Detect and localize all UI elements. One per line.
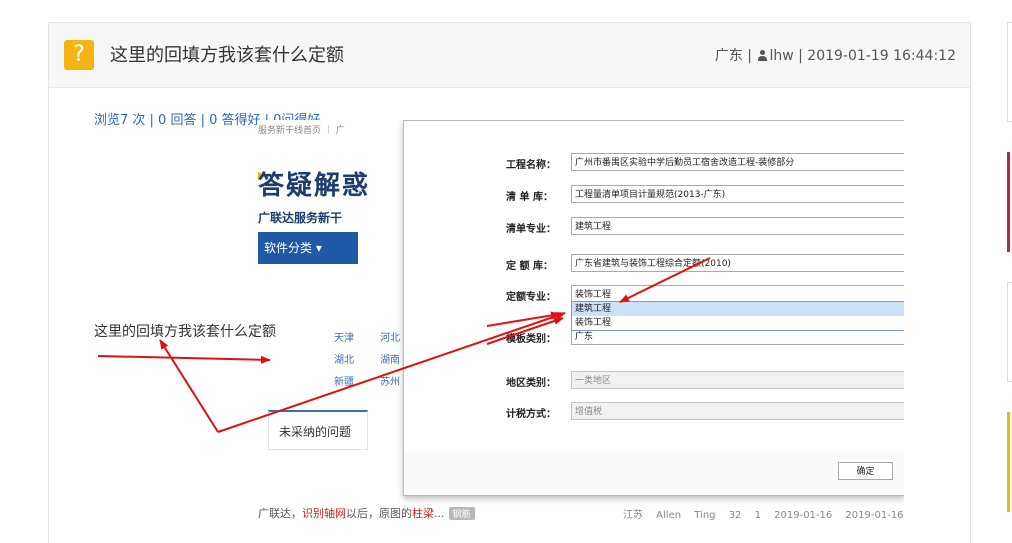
ok-button[interactable]: 确定 [838, 462, 893, 480]
dialog-field-label: 计税方式： [506, 409, 556, 420]
dialog-select-field[interactable]: 工程量清单项目计量规范(2013-广东)▾ [571, 185, 904, 203]
side-widget [1007, 282, 1012, 382]
dialog-field-value: 广东 [575, 332, 594, 342]
dropdown-option-decoration[interactable]: 装饰工程 [572, 316, 904, 330]
bg-row-text: ... [434, 507, 445, 520]
dialog-field-label: 定额专业： [506, 292, 556, 303]
dialog-select-field[interactable]: 建筑工程▾ [571, 217, 904, 235]
annotation-text: 这里的回填方我该套什么定额 [94, 324, 276, 340]
dialog-field-label: 地区类别： [506, 378, 556, 389]
dialog-field-value: 建筑工程 [575, 222, 612, 232]
attached-screenshot: 服务新干线首页 ｜ 广 答疑解惑 广联达服务新干 软件分类 ▾ 天津 河北 湖北… [258, 120, 904, 520]
question-datetime: 2019-01-19 16:44:12 [807, 48, 956, 64]
dialog-select-field[interactable]: 广东省建筑与装饰工程综合定额(2010)▾ [571, 254, 904, 272]
bg-region-item: 河北 [380, 333, 400, 344]
question-meta: 广东 | lhw | 2019-01-19 16:44:12 [715, 45, 956, 65]
dialog-field-label: 清单专业： [506, 224, 556, 235]
side-widget [1007, 22, 1012, 122]
dialog-field-label: 工程名称： [506, 160, 556, 171]
user-icon [758, 50, 768, 61]
bg-region-item: 苏州 [380, 377, 400, 388]
region-label[interactable]: 广东 [715, 48, 743, 64]
question-header: ? 这里的回填方我该套什么定额 广东 | lhw | 2019-01-19 16… [49, 23, 970, 88]
quota-specialty-dropdown-list[interactable]: 建筑工程 装饰工程 [571, 301, 904, 331]
bg-region-item: 新疆 [334, 377, 354, 388]
question-title: 这里的回填方我该套什么定额 [110, 45, 344, 66]
dialog-select-field: 增值税▾ [571, 402, 904, 420]
meta-separator: | [747, 48, 752, 64]
side-widget [1007, 152, 1012, 252]
dialog-field-label: 模板类别： [506, 334, 556, 345]
user-name[interactable]: lhw [769, 48, 793, 64]
dialog-text-field[interactable]: 广州市番禺区实验中学后勤员工宿舍改造工程-装修部分 [571, 153, 904, 171]
bg-slogan: 广联达服务新干 [258, 211, 343, 225]
dialog-field-value: 工程量清单项目计量规范(2013-广东) [575, 190, 726, 200]
bg-row-highlight: 柱梁 [412, 507, 434, 520]
dialog-field-label: 定 额 库： [506, 261, 553, 272]
dialog-field-value: 广州市番禺区实验中学后勤员工宿舍改造工程-装修部分 [575, 158, 795, 168]
bg-question-row: 广联达，识别轴网以后，原图的柱梁... 钢筋 [258, 505, 475, 520]
dropdown-option-building[interactable]: 建筑工程 [572, 302, 904, 316]
bg-region-item: 湖北 [334, 355, 354, 366]
bg-row-highlight: 识别轴网 [302, 507, 346, 520]
bg-region-item: 湖南 [380, 355, 400, 366]
dialog-select-field: 一类地区▾ [571, 371, 904, 389]
meta-separator: | [798, 48, 803, 64]
dialog-body: 工程名称： 广州市番禺区实验中学后勤员工宿舍改造工程-装修部分清 单 库： 工程量清… [404, 121, 904, 453]
bg-row-tag: 钢筋 [448, 507, 475, 520]
dialog-field-value: 装饰工程 [575, 290, 612, 300]
bg-region-item: 天津 [334, 333, 354, 344]
bg-software-menu: 软件分类 ▾ [258, 232, 358, 264]
dialog-field-value: 一类地区 [575, 376, 612, 386]
question-mark-icon: ? [64, 40, 94, 70]
bg-row-meta: 江苏 Allen Ting 32 1 2019-01-16 2019-01-16 [623, 510, 904, 520]
bg-unanswered-tab: 未采纳的问题 [268, 410, 368, 450]
bg-nav-link: 服务新干线首页 ｜ 广 [258, 126, 345, 136]
bg-logo: 答疑解惑 [258, 171, 371, 201]
project-info-dialog: 工程名称： 广州市番禺区实验中学后勤员工宿舍改造工程-装修部分清 单 库： 工程量清… [403, 120, 904, 496]
dialog-field-value: 广东省建筑与装饰工程综合定额(2010) [575, 259, 731, 269]
bg-row-text: 以后，原图的 [346, 507, 412, 520]
dialog-field-label: 清 单 库： [506, 192, 553, 203]
dialog-field-value: 增值税 [575, 407, 603, 417]
side-widget [1007, 412, 1012, 512]
bg-row-text: 广联达， [258, 507, 302, 520]
